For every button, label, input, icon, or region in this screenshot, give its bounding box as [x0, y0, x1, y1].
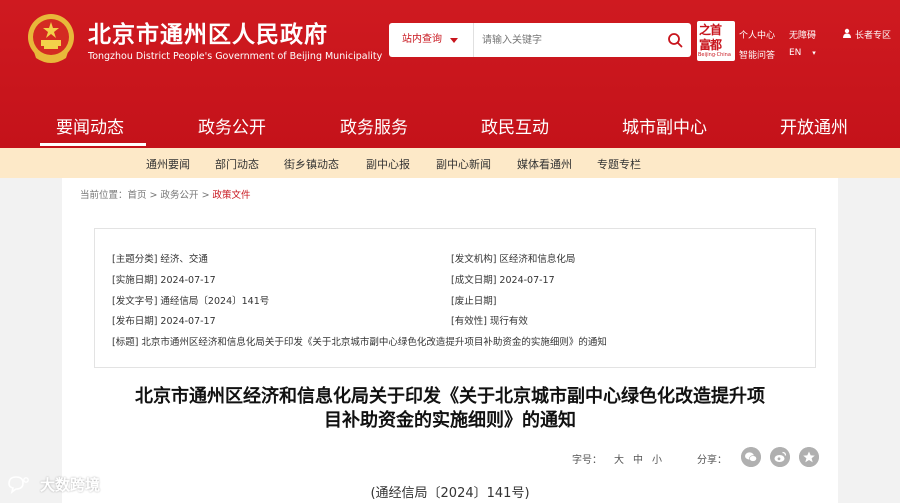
logo-text-2: 富都	[699, 38, 722, 52]
site-title[interactable]: 北京市通州区人民政府	[88, 15, 328, 49]
nav-gov-services[interactable]: 政务服务	[340, 113, 408, 138]
elder-zone-link[interactable]: 长者专区	[855, 28, 891, 41]
watermark-logo-icon	[8, 476, 29, 494]
meta-topic: [主题分类] 经济、交通	[112, 254, 208, 265]
nav-gov-affairs-public[interactable]: 政务公开	[198, 113, 266, 138]
meta-effective-date: [实施日期] 2024-07-17	[112, 275, 216, 286]
breadcrumb-prefix: 当前位置：	[80, 190, 128, 201]
logo-text-3: Beijing·China	[698, 52, 731, 58]
font-size-label: 字号：	[572, 455, 602, 466]
article-title-line-1: 北京市通州区经济和信息化局关于印发《关于北京城市副中心绿色化改造提升项	[135, 386, 765, 407]
smart-qa-link[interactable]: 智能问答	[739, 48, 775, 61]
search-scope-dropdown[interactable]: 站内查询	[389, 23, 474, 57]
meta-written-date: [成文日期] 2024-07-17	[451, 275, 555, 286]
meta-repeal-date: [废止日期]	[451, 296, 497, 307]
capital-logo[interactable]: 之首 富都 Beijing·China	[697, 21, 735, 61]
breadcrumb-current[interactable]: 政策文件	[213, 190, 251, 201]
qq-icon[interactable]	[799, 447, 819, 467]
user-icon	[843, 28, 851, 38]
breadcrumb-sep: >	[198, 190, 213, 201]
breadcrumb-sep: >	[146, 190, 161, 201]
language-switch[interactable]: EN ▾	[789, 48, 816, 58]
language-label: EN	[789, 48, 802, 58]
meta-doc-number: [发文字号] 通经信局〔2024〕141号	[112, 296, 270, 307]
meta-title: [标题] 北京市通州区经济和信息化局关于印发《关于北京城市副中心绿色化改造提升项…	[112, 337, 607, 348]
meta-validity: [有效性] 现行有效	[451, 316, 528, 327]
subnav-special-topics[interactable]: 专题专栏	[597, 156, 641, 172]
subnav-sub-center-paper[interactable]: 副中心报	[366, 156, 410, 172]
nav-sub-center[interactable]: 城市副中心	[622, 113, 707, 138]
nav-news[interactable]: 要闻动态	[56, 113, 124, 138]
chevron-down-icon: ▾	[812, 49, 816, 57]
breadcrumb-section[interactable]: 政务公开	[161, 190, 199, 201]
subnav-media[interactable]: 媒体看通州	[517, 156, 572, 172]
chevron-down-icon	[450, 38, 458, 43]
subnav-sub-center-news[interactable]: 副中心新闻	[436, 156, 491, 172]
subnav-tongzhou-news[interactable]: 通州要闻	[146, 156, 190, 172]
logo-text-1: 之首	[699, 23, 722, 37]
font-size-medium-button[interactable]: 中	[633, 451, 643, 466]
article-title-line-2: 目补助资金的实施细则》的通知	[324, 410, 576, 431]
watermark-text: 大数跨境	[40, 476, 101, 494]
font-size-large-button[interactable]: 大	[614, 451, 624, 466]
search-bar: 站内查询	[389, 23, 691, 57]
subnav-township-news[interactable]: 街乡镇动态	[284, 156, 339, 172]
meta-publish-date: [发布日期] 2024-07-17	[112, 316, 216, 327]
accessibility-link[interactable]: 无障碍	[789, 28, 816, 41]
nav-open-tongzhou[interactable]: 开放通州	[780, 113, 848, 138]
wechat-icon[interactable]	[741, 447, 761, 467]
meta-issuer: [发文机构] 区经济和信息化局	[451, 254, 576, 265]
article-title: 北京市通州区经济和信息化局关于印发《关于北京城市副中心绿色化改造提升项 目补助资…	[62, 385, 838, 433]
search-icon[interactable]	[667, 32, 683, 48]
active-nav-indicator	[40, 143, 146, 146]
nav-interaction[interactable]: 政民互动	[481, 113, 549, 138]
national-emblem-icon	[28, 14, 74, 63]
font-size-small-button[interactable]: 小	[652, 451, 662, 466]
subnav-dept-news[interactable]: 部门动态	[215, 156, 259, 172]
breadcrumb: 当前位置：首页 > 政务公开 > 政策文件	[80, 187, 251, 201]
search-scope-label: 站内查询	[402, 34, 442, 45]
main-nav: 要闻动态 政务公开 政务服务 政民互动 城市副中心 开放通州	[0, 103, 900, 148]
sub-nav: 通州要闻 部门动态 街乡镇动态 副中心报 副中心新闻 媒体看通州 专题专栏	[0, 148, 900, 178]
weibo-icon[interactable]	[770, 447, 790, 467]
article-doc-number: (通经信局〔2024〕141号)	[370, 486, 530, 501]
breadcrumb-home[interactable]: 首页	[128, 190, 147, 201]
site-subtitle: Tongzhou District People's Government of…	[88, 51, 383, 62]
share-label: 分享：	[697, 455, 727, 466]
personal-center-link[interactable]: 个人中心	[739, 28, 775, 41]
search-input[interactable]	[482, 30, 652, 50]
